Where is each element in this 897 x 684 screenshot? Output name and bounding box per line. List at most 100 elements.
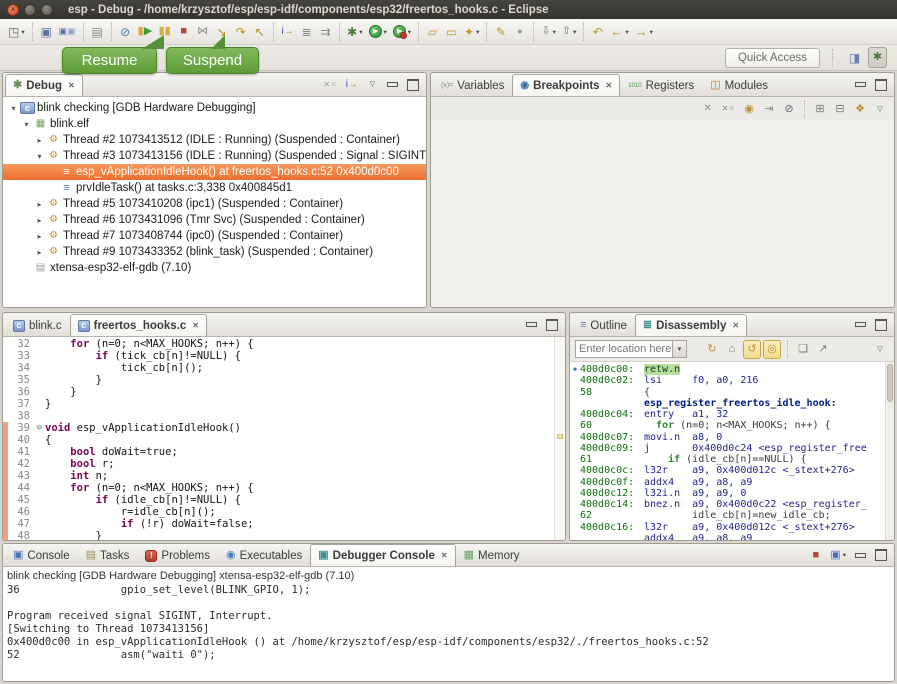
tab-registers[interactable]: 1010Registers [620, 74, 702, 96]
debug-button[interactable]: ✱▾ [344, 21, 365, 42]
quick-access-box[interactable]: Quick Access [725, 48, 820, 68]
mark-occurrences-button[interactable]: ✎ [491, 21, 510, 42]
maximize-view-button[interactable] [872, 546, 890, 564]
disconnect-button[interactable]: ⋈ [193, 21, 212, 42]
remove-all-breakpoints-button[interactable]: ✕✕ [719, 100, 738, 119]
open-perspective-button[interactable]: ◨ [845, 47, 864, 68]
terminate-button[interactable]: ■ [174, 21, 193, 42]
tree-expander-icon[interactable]: ▸ [33, 216, 46, 225]
tab-breakpoints[interactable]: ◉Breakpoints✕ [512, 74, 620, 96]
tab-blink-c[interactable]: cblink.c [5, 314, 70, 336]
use-step-filters-button[interactable]: ≣ [297, 21, 316, 42]
close-tab-icon[interactable]: ✕ [606, 81, 613, 90]
tab-tasks[interactable]: ▤Tasks [78, 544, 138, 566]
collapse-all-button[interactable]: ⊟ [831, 100, 849, 119]
group-breakpoints-button[interactable]: ❖ [851, 100, 869, 119]
track-expression-button[interactable]: ◎ [763, 340, 781, 359]
back-button[interactable]: ←▾ [607, 21, 631, 42]
forward-button[interactable]: →▾ [632, 21, 656, 42]
maximize-view-button[interactable] [543, 316, 561, 334]
minimize-view-button[interactable] [852, 316, 869, 334]
scrollbar-thumb[interactable] [887, 364, 893, 402]
dropdown-arrow-icon[interactable]: ▾ [359, 28, 362, 36]
minimize-view-button[interactable] [384, 76, 401, 94]
tab-memory[interactable]: ▦Memory [456, 544, 528, 566]
tab-modules[interactable]: ◫Modules [702, 74, 776, 96]
tab-problems[interactable]: !Problems [137, 544, 218, 566]
maximize-view-button[interactable] [872, 316, 890, 334]
tree-expander-icon[interactable]: ▸ [33, 232, 46, 241]
go-to-file-button[interactable]: ⇥ [760, 100, 778, 119]
minimize-view-button[interactable] [852, 546, 869, 564]
fold-marker-icon[interactable]: ⊖ [34, 422, 45, 434]
tab-disassembly[interactable]: ≣Disassembly✕ [635, 314, 747, 336]
view-menu-button[interactable]: ▽ [871, 100, 889, 119]
save-all-button[interactable]: ▣▣ [56, 21, 79, 42]
tab-debug[interactable]: ✱Debug✕ [5, 74, 83, 96]
dropdown-arrow-icon[interactable]: ▾ [553, 28, 556, 36]
disassembly-content[interactable]: ◆400d0c00:retw.n400d0c02:lsi f0, a0, 216… [570, 362, 885, 540]
window-minimize-button[interactable] [24, 4, 36, 16]
show-breakpoints-for-selection-button[interactable]: ◉ [740, 100, 758, 119]
back-to-last-edit-button[interactable]: ↶ [588, 21, 607, 42]
expand-all-button[interactable]: ⊞ [811, 100, 829, 119]
open-resource-button[interactable]: ▭ [442, 21, 461, 42]
console-output[interactable]: blink checking [GDB Hardware Debugging] … [3, 567, 894, 681]
dropdown-arrow-icon[interactable]: ▾ [650, 28, 653, 36]
disassembly-scrollbar[interactable] [885, 362, 894, 540]
view-menu-button[interactable]: ▽ [364, 76, 381, 94]
dropdown-arrow-icon[interactable]: ▾ [21, 28, 24, 36]
window-close-button[interactable]: × [7, 4, 19, 16]
debug-tree[interactable]: ▾cblink checking [GDB Hardware Debugging… [3, 97, 426, 307]
close-tab-icon[interactable]: ✕ [441, 551, 448, 560]
minimize-view-button[interactable] [523, 316, 540, 334]
dropdown-arrow-icon[interactable]: ▾ [476, 28, 479, 36]
sync-with-active-context-button[interactable]: ↺ [743, 340, 761, 359]
tree-expander-icon[interactable]: ▾ [33, 152, 46, 161]
search-button[interactable]: ✦▾ [461, 21, 482, 42]
dropdown-arrow-icon[interactable]: ▾ [384, 28, 387, 36]
breakpoints-content[interactable] [431, 121, 894, 307]
stack-frame-selected[interactable]: ≡esp_vApplicationIdleHook() at freertos_… [3, 164, 426, 180]
close-tab-icon[interactable]: ✕ [192, 321, 199, 330]
window-maximize-button[interactable] [41, 4, 53, 16]
view-menu-button[interactable]: ▽ [871, 340, 889, 359]
instruction-stepping-button[interactable]: i→ [278, 21, 297, 42]
location-dropdown-icon[interactable]: ▾ [672, 341, 686, 357]
tree-item[interactable]: ▸⚙Thread #5 1073410208 (ipc1) (Suspended… [3, 196, 426, 212]
pin-view-button[interactable]: ↗ [814, 340, 832, 359]
tree-item[interactable]: ▸⚙Thread #6 1073431096 (Tmr Svc) (Suspen… [3, 212, 426, 228]
previous-annotation-button[interactable]: ⇧▾ [559, 21, 579, 42]
dropdown-arrow-icon[interactable]: ▾ [573, 28, 576, 36]
tree-expander-icon[interactable]: ▸ [33, 136, 46, 145]
debug-perspective-button[interactable]: ✱ [868, 47, 887, 68]
dropdown-arrow-icon[interactable]: ▾ [625, 28, 628, 36]
maximize-view-button[interactable] [404, 76, 422, 94]
dropdown-arrow-icon[interactable]: ▾ [843, 551, 846, 559]
dropdown-arrow-icon[interactable]: ▾ [408, 28, 411, 36]
tree-item[interactable]: ▸⚙Thread #2 1073413512 (IDLE : Running) … [3, 132, 426, 148]
refresh-view-button[interactable]: ↻ [703, 340, 721, 359]
instruction-stepping-mode-button[interactable]: i→ [343, 76, 361, 94]
run-button[interactable]: ▶▾ [366, 21, 390, 42]
tree-item[interactable]: ▾cblink checking [GDB Hardware Debugging… [3, 100, 426, 116]
tab-outline[interactable]: ≡Outline [572, 314, 635, 336]
print-button[interactable]: ▤ [88, 21, 107, 42]
step-return-button[interactable]: ↖ [250, 21, 269, 42]
tree-expander-icon[interactable]: ▾ [7, 104, 20, 113]
minimize-view-button[interactable] [852, 76, 869, 94]
open-new-view-button[interactable]: ❏ [794, 340, 812, 359]
skip-all-breakpoints-button[interactable]: ⊘ [116, 21, 135, 42]
tab-console[interactable]: ▣Console [5, 544, 78, 566]
tree-item[interactable]: ▾⚙Thread #3 1073413156 (IDLE : Running) … [3, 148, 426, 164]
open-type-button[interactable]: ▱ [423, 21, 442, 42]
tree-expander-icon[interactable]: ▸ [33, 200, 46, 209]
tab-freertos-hooks-c[interactable]: cfreertos_hooks.c✕ [70, 314, 207, 336]
tab-variables[interactable]: (x)=Variables [433, 74, 512, 96]
restart-button[interactable]: ⇉ [316, 21, 335, 42]
home-button[interactable]: ⌂ [723, 340, 741, 359]
terminate-button[interactable]: ■ [807, 546, 824, 564]
tree-item[interactable]: ▾▦blink.elf [3, 116, 426, 132]
close-tab-icon[interactable]: ✕ [732, 321, 739, 330]
skip-all-breakpoints-button[interactable]: ⊘ [780, 100, 798, 119]
